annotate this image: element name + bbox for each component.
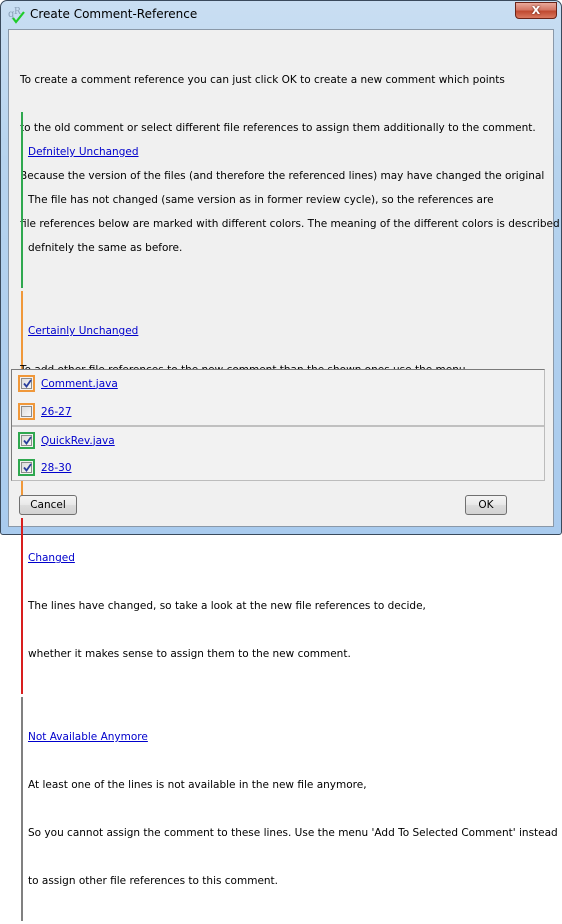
reference-group-quickrev-java: QuickRev.java 28-30 [12, 427, 544, 482]
reference-group-comment-java: Comment.java 26-27 [12, 370, 544, 427]
close-button[interactable]: X [515, 2, 557, 19]
status-color-frame [18, 403, 35, 420]
reference-checkbox[interactable] [21, 435, 32, 446]
legend-not-available-anymore: Not Available Anymore At least one of th… [21, 697, 558, 921]
legend-link-not-available-anymore[interactable]: Not Available Anymore [28, 729, 541, 745]
status-color-frame [18, 459, 35, 476]
reference-row-file: Comment.java [18, 375, 118, 392]
legend-description: At least one of the lines is not availab… [28, 779, 367, 791]
reference-checkbox[interactable] [21, 406, 32, 417]
file-references-panel: Comment.java 26-27 QuickRev.java 28-30 [11, 369, 545, 481]
legend-description: defnitely the same as before. [28, 242, 183, 254]
legend-description: So you cannot assign the comment to thes… [28, 827, 558, 839]
reference-row-file: QuickRev.java [18, 432, 115, 449]
reference-link[interactable]: 28-30 [41, 462, 72, 474]
close-icon: X [531, 4, 541, 17]
reference-row-range: 26-27 [18, 403, 72, 420]
color-legend: Defnitely Unchanged The file has not cha… [21, 112, 558, 924]
reference-row-range: 28-30 [18, 459, 72, 476]
checkmark-icon [23, 379, 32, 388]
dialog-content: To create a comment reference you can ju… [8, 29, 560, 921]
status-color-frame [18, 375, 35, 392]
intro-line: To create a comment reference you can ju… [20, 74, 505, 86]
legend-description: The file has not changed (same version a… [28, 194, 494, 206]
legend-description: whether it makes sense to assign them to… [28, 648, 351, 660]
checkmark-icon [23, 436, 32, 445]
reference-link[interactable]: 26-27 [41, 406, 72, 418]
legend-description: to assign other file references to this … [28, 875, 279, 887]
reference-checkbox[interactable] [21, 378, 32, 389]
cancel-button[interactable]: Cancel [19, 495, 77, 515]
legend-definitely-unchanged: Defnitely Unchanged The file has not cha… [21, 112, 541, 288]
ok-button[interactable]: OK [465, 495, 507, 515]
legend-description: The lines have changed, so take a look a… [28, 600, 426, 612]
reference-link[interactable]: QuickRev.java [41, 435, 115, 447]
reference-link[interactable]: Comment.java [41, 378, 118, 390]
legend-changed: Changed The lines have changed, so take … [21, 518, 541, 694]
dialog-window: q R Create Comment-Reference X To create… [0, 0, 562, 921]
window-title: Create Comment-Reference [30, 7, 198, 21]
quickrev-check-icon: q R [8, 6, 26, 24]
reference-checkbox[interactable] [21, 462, 32, 473]
legend-link-definitely-unchanged[interactable]: Defnitely Unchanged [28, 144, 541, 160]
status-color-frame [18, 432, 35, 449]
checkmark-icon [23, 463, 32, 472]
title-bar[interactable]: q R Create Comment-Reference X [1, 1, 561, 29]
legend-link-changed[interactable]: Changed [28, 550, 541, 566]
